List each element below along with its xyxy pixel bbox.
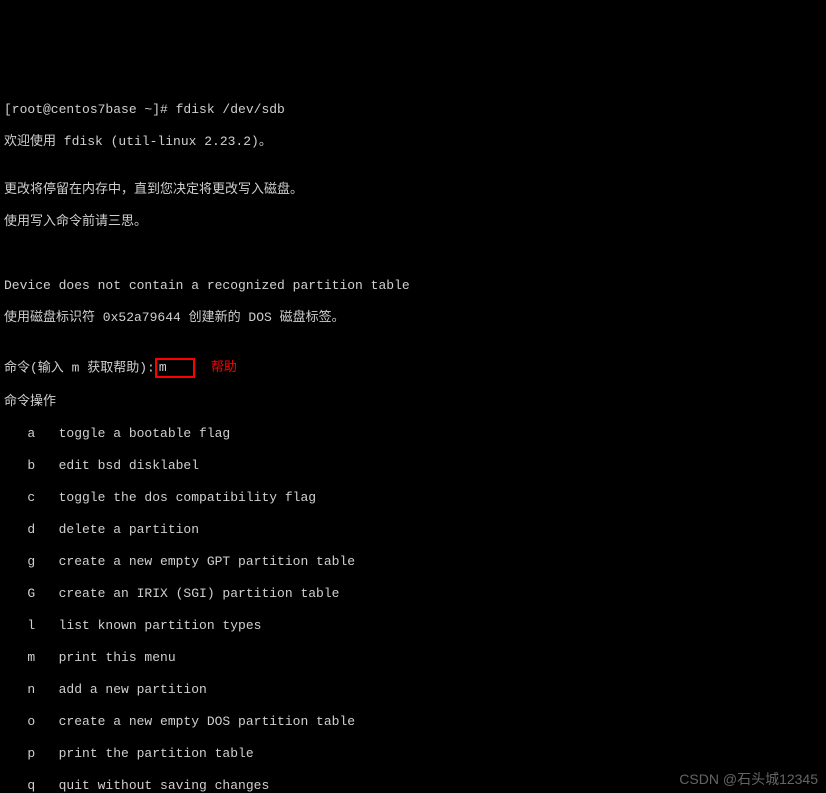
help-a: a toggle a bootable flag	[4, 426, 822, 442]
input-box-m[interactable]: m	[155, 358, 195, 378]
welcome-line: 欢迎使用 fdisk (util-linux 2.23.2)。	[4, 134, 822, 150]
annotation-help: 帮助	[195, 360, 237, 376]
cmd-prompt-m: 命令(输入 m 获取帮助):m帮助	[4, 358, 822, 378]
help-p: p print the partition table	[4, 746, 822, 762]
prompt-text: 命令(输入 m 获取帮助):	[4, 360, 155, 375]
help-d: d delete a partition	[4, 522, 822, 538]
dos-label-created: 使用磁盘标识符 0x52a79644 创建新的 DOS 磁盘标签。	[4, 310, 822, 326]
cmd-line-fdisk: [root@centos7base ~]# fdisk /dev/sdb	[4, 102, 822, 118]
help-G: G create an IRIX (SGI) partition table	[4, 586, 822, 602]
help-l: l list known partition types	[4, 618, 822, 634]
warning-1: 更改将停留在内存中，直到您决定将更改写入磁盘。	[4, 182, 822, 198]
help-c: c toggle the dos compatibility flag	[4, 490, 822, 506]
help-n: n add a new partition	[4, 682, 822, 698]
help-g: g create a new empty GPT partition table	[4, 554, 822, 570]
help-o: o create a new empty DOS partition table	[4, 714, 822, 730]
terminal-output: [root@centos7base ~]# fdisk /dev/sdb 欢迎使…	[0, 80, 826, 793]
warning-2: 使用写入命令前请三思。	[4, 214, 822, 230]
help-b: b edit bsd disklabel	[4, 458, 822, 474]
command-actions-header: 命令操作	[4, 394, 822, 410]
help-m: m print this menu	[4, 650, 822, 666]
watermark: CSDN @石头城12345	[679, 771, 818, 787]
no-partition-table: Device does not contain a recognized par…	[4, 278, 822, 294]
